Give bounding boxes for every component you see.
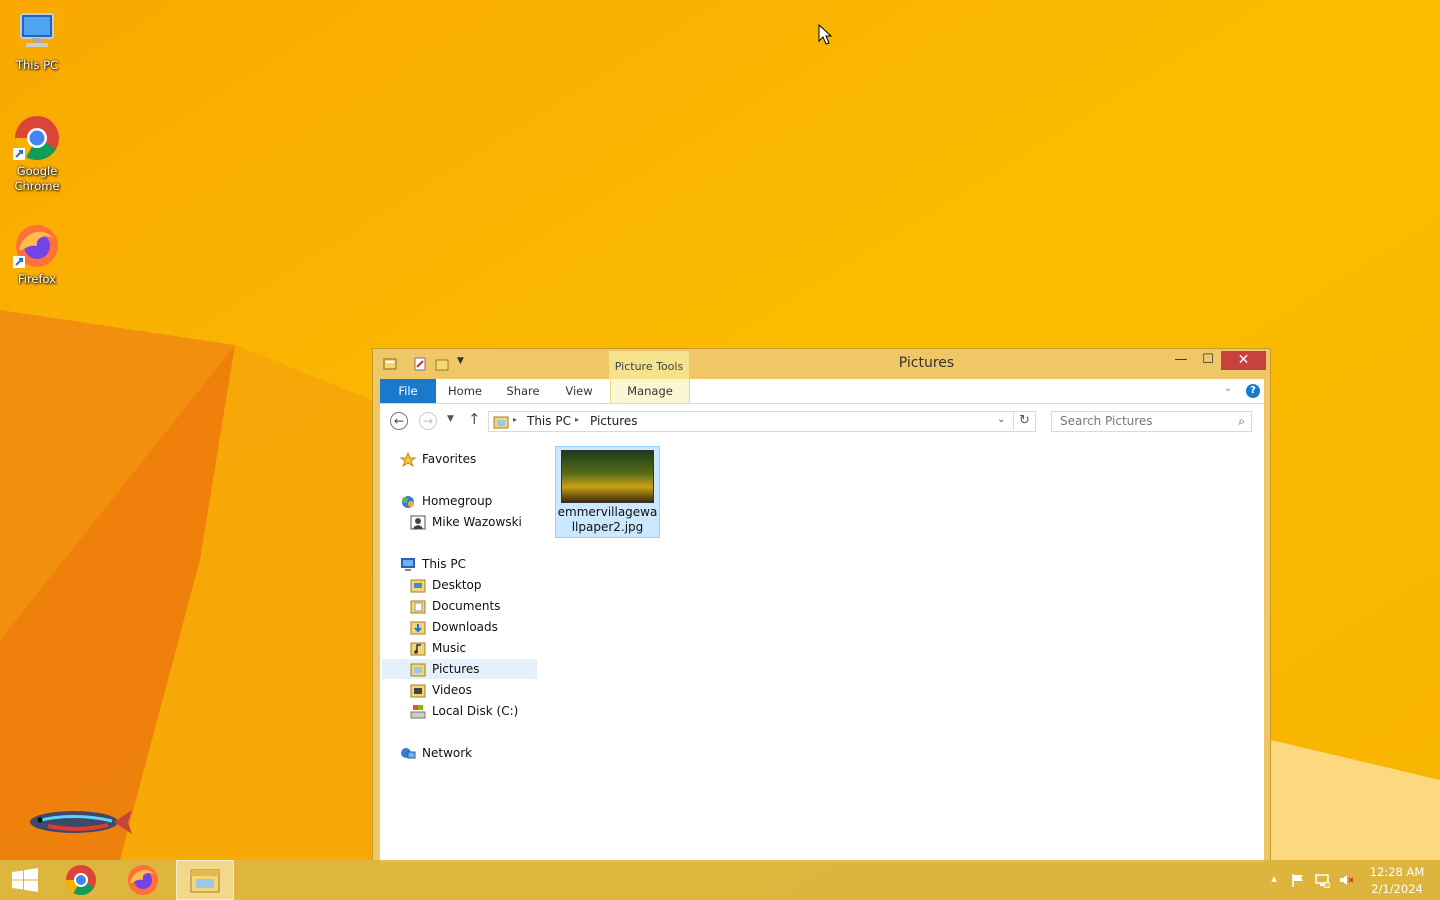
breadcrumb-pictures[interactable]: Pictures — [590, 414, 638, 428]
network-icon — [400, 746, 416, 760]
windows-logo-icon — [12, 868, 38, 892]
file-explorer-window[interactable]: ▼ Picture Tools Pictures — ☐ ✕ File Home… — [372, 348, 1271, 862]
music-folder-icon — [410, 641, 426, 656]
address-dropdown-chevron-icon[interactable]: ⌄ — [997, 414, 1005, 425]
taskbar-chrome-button[interactable] — [52, 860, 110, 900]
desktop-folder-icon — [410, 578, 426, 593]
chrome-icon — [66, 865, 96, 896]
chrome-icon — [13, 114, 61, 162]
nav-item-favorites[interactable]: Favorites — [399, 449, 540, 469]
nav-label: Desktop — [432, 578, 482, 592]
desktop-icon-label: This PC — [15, 58, 59, 72]
file-item[interactable]: emmervillagewallpaper2.jpg — [555, 446, 660, 538]
star-icon — [399, 451, 417, 468]
refresh-icon[interactable]: ↻ — [1019, 413, 1030, 428]
clock-date: 2/1/2024 — [1371, 882, 1423, 896]
taskbar: ▴ 12:28 AM 2/1/2024 — [0, 860, 1440, 900]
nav-label: This PC — [422, 557, 466, 571]
expand-ribbon-chevron-icon[interactable]: ⌄ — [1224, 383, 1232, 394]
address-row: ← → ▼ ↑ ▸ This PC ▸ Pictures ⌄ ↻ Search … — [380, 404, 1264, 438]
maximize-button[interactable]: ☐ — [1193, 351, 1223, 370]
fish-decoration — [30, 810, 132, 834]
tab-home[interactable]: Home — [442, 379, 488, 403]
local-disk-icon — [410, 704, 426, 719]
pictures-folder-icon — [493, 414, 509, 432]
nav-label: Favorites — [422, 452, 477, 466]
forward-arrow-icon[interactable]: → — [419, 412, 437, 430]
help-icon[interactable]: ? — [1246, 384, 1260, 398]
firefox-icon — [13, 222, 61, 270]
show-hidden-icons-chevron-icon[interactable]: ▴ — [1266, 872, 1282, 888]
up-arrow-icon[interactable]: ↑ — [468, 410, 481, 428]
network-status-icon[interactable] — [1314, 872, 1331, 889]
user-icon — [410, 515, 426, 530]
nav-item-documents[interactable]: Documents — [410, 596, 540, 616]
desktop-icon-firefox[interactable]: Firefox — [4, 222, 70, 287]
nav-item-this-pc[interactable]: This PC — [400, 554, 540, 574]
desktop-icon-label: Google Chrome — [14, 164, 60, 193]
desktop-icon-this-pc[interactable]: This PC — [4, 8, 70, 73]
nav-label: Network — [422, 746, 473, 760]
nav-label: Mike Wazowski — [432, 515, 522, 529]
homegroup-icon — [400, 494, 416, 508]
tab-share[interactable]: Share — [500, 379, 546, 403]
nav-label: Music — [432, 641, 467, 655]
nav-label: Pictures — [432, 662, 480, 676]
nav-item-downloads[interactable]: Downloads — [410, 617, 540, 637]
desktop-icon-label: Firefox — [17, 272, 57, 286]
window-title: Pictures — [898, 355, 955, 371]
documents-folder-icon — [410, 599, 426, 614]
breadcrumb-chevron-icon[interactable]: ▸ — [513, 415, 517, 424]
taskbar-firefox-button[interactable] — [114, 860, 172, 900]
recent-locations-chevron-icon[interactable]: ▼ — [447, 414, 454, 424]
nav-label: Local Disk (C:) — [432, 704, 519, 718]
close-button[interactable]: ✕ — [1221, 351, 1266, 370]
file-name: emmervillagewallpaper2.jpg — [557, 505, 658, 534]
downloads-folder-icon — [410, 620, 426, 635]
search-icon[interactable]: ⌕ — [1238, 412, 1245, 431]
nav-item-mike-wazowski[interactable]: Mike Wazowski — [410, 512, 540, 532]
taskbar-clock[interactable]: 12:28 AM 2/1/2024 — [1364, 864, 1430, 898]
nav-item-homegroup[interactable]: Homegroup — [400, 491, 540, 511]
search-placeholder: Search Pictures — [1060, 414, 1153, 428]
nav-item-desktop[interactable]: Desktop — [410, 575, 540, 595]
nav-item-local-disk[interactable]: Local Disk (C:) — [410, 701, 540, 721]
ribbon-tabs: File Home Share View Manage ⌄ ? — [380, 379, 1264, 404]
search-input[interactable]: Search Pictures ⌕ — [1051, 411, 1252, 432]
mouse-cursor — [818, 24, 833, 45]
desktop-icon-google-chrome[interactable]: Google Chrome — [4, 114, 70, 194]
address-bar[interactable]: ▸ This PC ▸ Pictures ⌄ ↻ — [488, 411, 1036, 432]
taskbar-file-explorer-button[interactable] — [176, 860, 234, 900]
computer-icon — [400, 557, 416, 571]
nav-label: Downloads — [432, 620, 498, 634]
image-thumbnail — [561, 450, 654, 503]
nav-label: Documents — [432, 599, 501, 613]
nav-item-pictures[interactable]: Pictures — [382, 659, 537, 679]
computer-icon — [13, 8, 61, 56]
nav-item-network[interactable]: Network — [400, 743, 540, 763]
minimize-button[interactable]: — — [1166, 351, 1196, 370]
tab-view[interactable]: View — [557, 379, 601, 403]
nav-item-music[interactable]: Music — [410, 638, 540, 658]
nav-item-videos[interactable]: Videos — [410, 680, 540, 700]
tab-manage[interactable]: Manage — [610, 379, 690, 403]
pictures-folder-icon — [410, 662, 426, 677]
firefox-icon — [128, 865, 158, 895]
title-bar[interactable]: ▼ Picture Tools Pictures — ☐ ✕ — [373, 349, 1270, 379]
nav-label: Homegroup — [422, 494, 493, 508]
volume-muted-icon[interactable] — [1338, 872, 1354, 888]
nav-label: Videos — [432, 683, 472, 697]
breadcrumb-chevron-icon[interactable]: ▸ — [575, 415, 579, 424]
explorer-content: Favorites Homegroup Mike Wazowski This P… — [380, 438, 1264, 862]
action-center-flag-icon[interactable] — [1290, 872, 1306, 888]
clock-time: 12:28 AM — [1369, 865, 1425, 879]
tab-file[interactable]: File — [380, 379, 436, 403]
back-arrow-icon[interactable]: ← — [390, 412, 408, 430]
start-button[interactable] — [0, 860, 58, 900]
breadcrumb-this-pc[interactable]: This PC — [527, 414, 571, 428]
file-explorer-icon — [190, 869, 220, 893]
videos-folder-icon — [410, 683, 426, 698]
